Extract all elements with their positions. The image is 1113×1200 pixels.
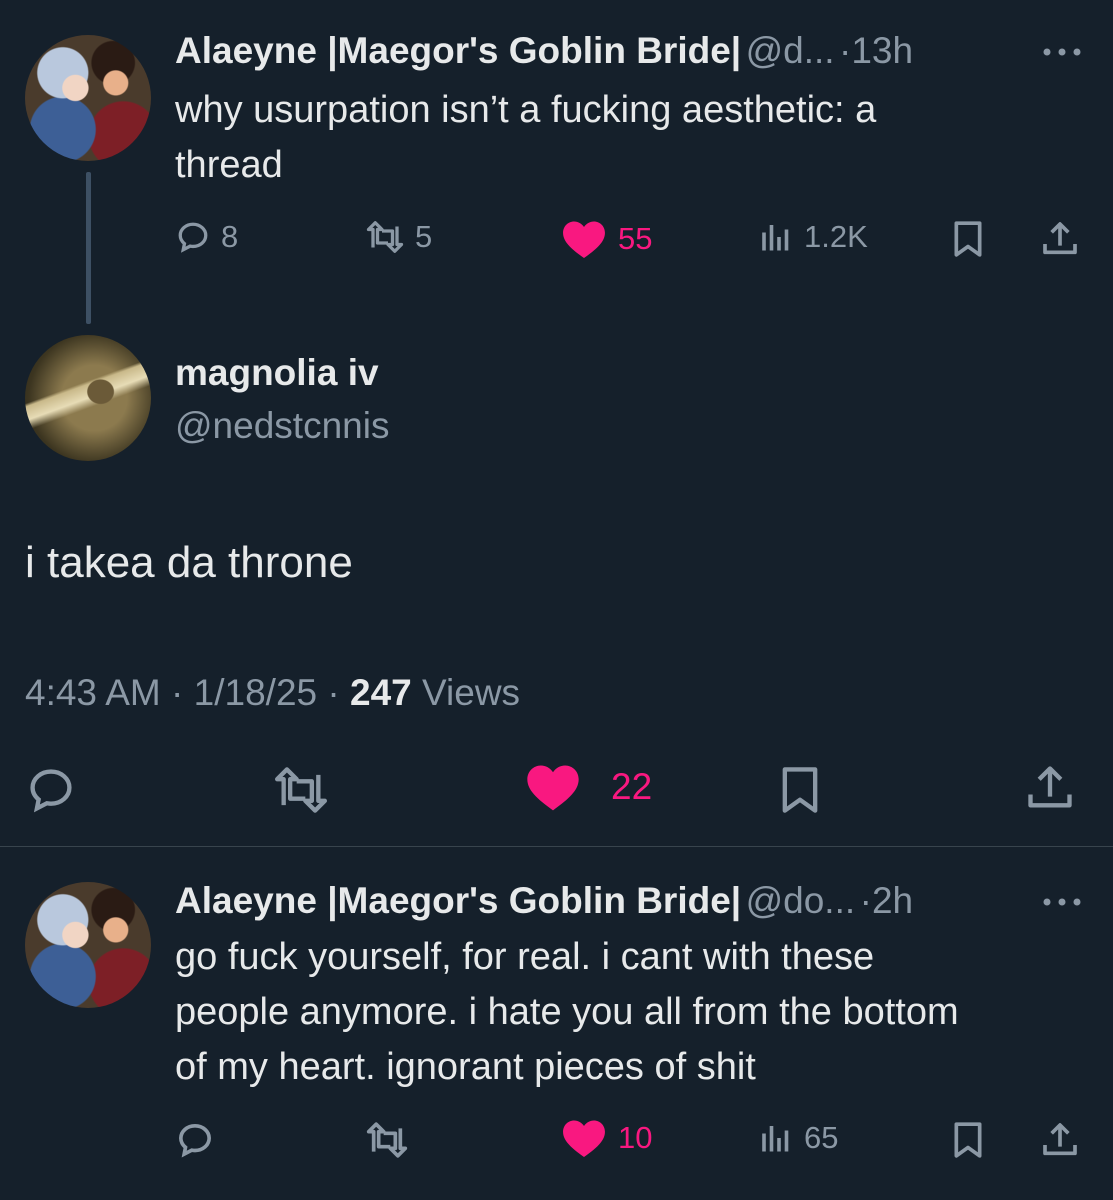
tweet-text-line: people anymore. i hate you all from the …: [175, 991, 959, 1033]
bookmark-button[interactable]: [948, 1120, 988, 1160]
retweet-button[interactable]: [272, 764, 330, 816]
author-handle[interactable]: @nedstcnnis: [175, 405, 389, 447]
view-count: 1.2K: [804, 219, 868, 254]
focused-tweet-text: i takea da throne: [25, 538, 353, 587]
tweet-time[interactable]: 4:43 AM: [25, 672, 161, 713]
reply-button[interactable]: [175, 1120, 215, 1160]
share-button[interactable]: [1040, 219, 1080, 259]
bookmark-icon: [954, 221, 982, 257]
separator-dot: ·: [839, 30, 852, 71]
author-handle[interactable]: @do...: [746, 880, 856, 921]
tweet-header: Alaeyne |Maegor's Goblin Bride| @do... ·…: [175, 880, 913, 922]
views-button[interactable]: 1.2K: [758, 219, 868, 255]
reply-count: 8: [221, 219, 239, 254]
bookmark-button[interactable]: [948, 219, 988, 259]
author-handle[interactable]: @d...: [746, 30, 835, 71]
like-button[interactable]: 22: [525, 762, 652, 812]
heart-icon: [563, 1120, 605, 1158]
views-button[interactable]: 65: [758, 1120, 838, 1156]
retweet-count: 5: [415, 219, 433, 254]
share-button[interactable]: [1024, 762, 1076, 814]
tweet-meta: 4:43 AM · 1/18/25 · 247 Views: [25, 672, 520, 714]
focused-author-name[interactable]: magnolia iv: [175, 352, 379, 394]
retweet-icon: [366, 1122, 408, 1158]
avatar[interactable]: [25, 335, 151, 461]
tweet-date[interactable]: 1/18/25: [194, 672, 317, 713]
views-label: Views: [422, 672, 521, 713]
view-count: 65: [804, 1120, 839, 1155]
reply-button[interactable]: 8: [175, 219, 238, 255]
retweet-button[interactable]: 5: [365, 219, 432, 255]
more-options-icon[interactable]: [1040, 42, 1084, 62]
like-button[interactable]: 55: [560, 219, 652, 259]
heart-icon: [563, 221, 605, 259]
reply-button[interactable]: [25, 764, 77, 816]
avatar[interactable]: [25, 882, 151, 1008]
share-button[interactable]: [1040, 1120, 1080, 1160]
share-icon: [1043, 1123, 1077, 1156]
like-count: 22: [611, 766, 653, 807]
divider: [0, 846, 1113, 847]
separator-dot: ·: [327, 672, 340, 713]
share-icon: [1028, 766, 1072, 808]
like-count: 55: [618, 221, 653, 256]
like-count: 10: [618, 1120, 653, 1155]
tweet-text-line: why usurpation isn’t a fucking aesthetic…: [175, 89, 877, 131]
author-name[interactable]: Alaeyne |Maegor's Goblin Bride|: [175, 30, 741, 71]
author-name[interactable]: magnolia iv: [175, 352, 379, 393]
views-count[interactable]: 247: [350, 672, 412, 713]
share-icon: [1043, 222, 1077, 255]
heart-icon: [527, 765, 579, 811]
retweet-icon: [274, 767, 327, 813]
like-button[interactable]: 10: [560, 1118, 652, 1158]
timestamp[interactable]: 13h: [851, 30, 913, 71]
separator-dot: ·: [171, 672, 184, 713]
separator-dot: ·: [859, 880, 872, 921]
thread-connector-line: [86, 172, 91, 324]
retweet-button[interactable]: [365, 1120, 409, 1160]
retweet-icon: [366, 221, 404, 253]
analytics-icon: [762, 225, 789, 251]
tweet-text: why usurpation isn’t a fucking aesthetic…: [175, 83, 876, 193]
tweet-text: go fuck yourself, for real. i cant with …: [175, 930, 959, 1095]
reply-icon: [178, 1123, 212, 1158]
analytics-icon: [762, 1126, 789, 1152]
reply-icon: [178, 222, 208, 253]
reply-icon: [30, 769, 72, 813]
more-options-icon[interactable]: [1040, 892, 1084, 912]
avatar[interactable]: [25, 35, 151, 161]
tweet-text-line: go fuck yourself, for real. i cant with …: [175, 936, 875, 978]
bookmark-button[interactable]: [774, 764, 826, 816]
bookmark-icon: [782, 767, 818, 813]
tweet-header: Alaeyne |Maegor's Goblin Bride| @d... ·1…: [175, 30, 913, 72]
bookmark-icon: [954, 1122, 982, 1158]
tweet-text-line: of my heart. ignorant pieces of shit: [175, 1046, 756, 1088]
author-name[interactable]: Alaeyne |Maegor's Goblin Bride|: [175, 880, 741, 921]
timestamp[interactable]: 2h: [872, 880, 913, 921]
tweet-text-line: thread: [175, 144, 283, 186]
